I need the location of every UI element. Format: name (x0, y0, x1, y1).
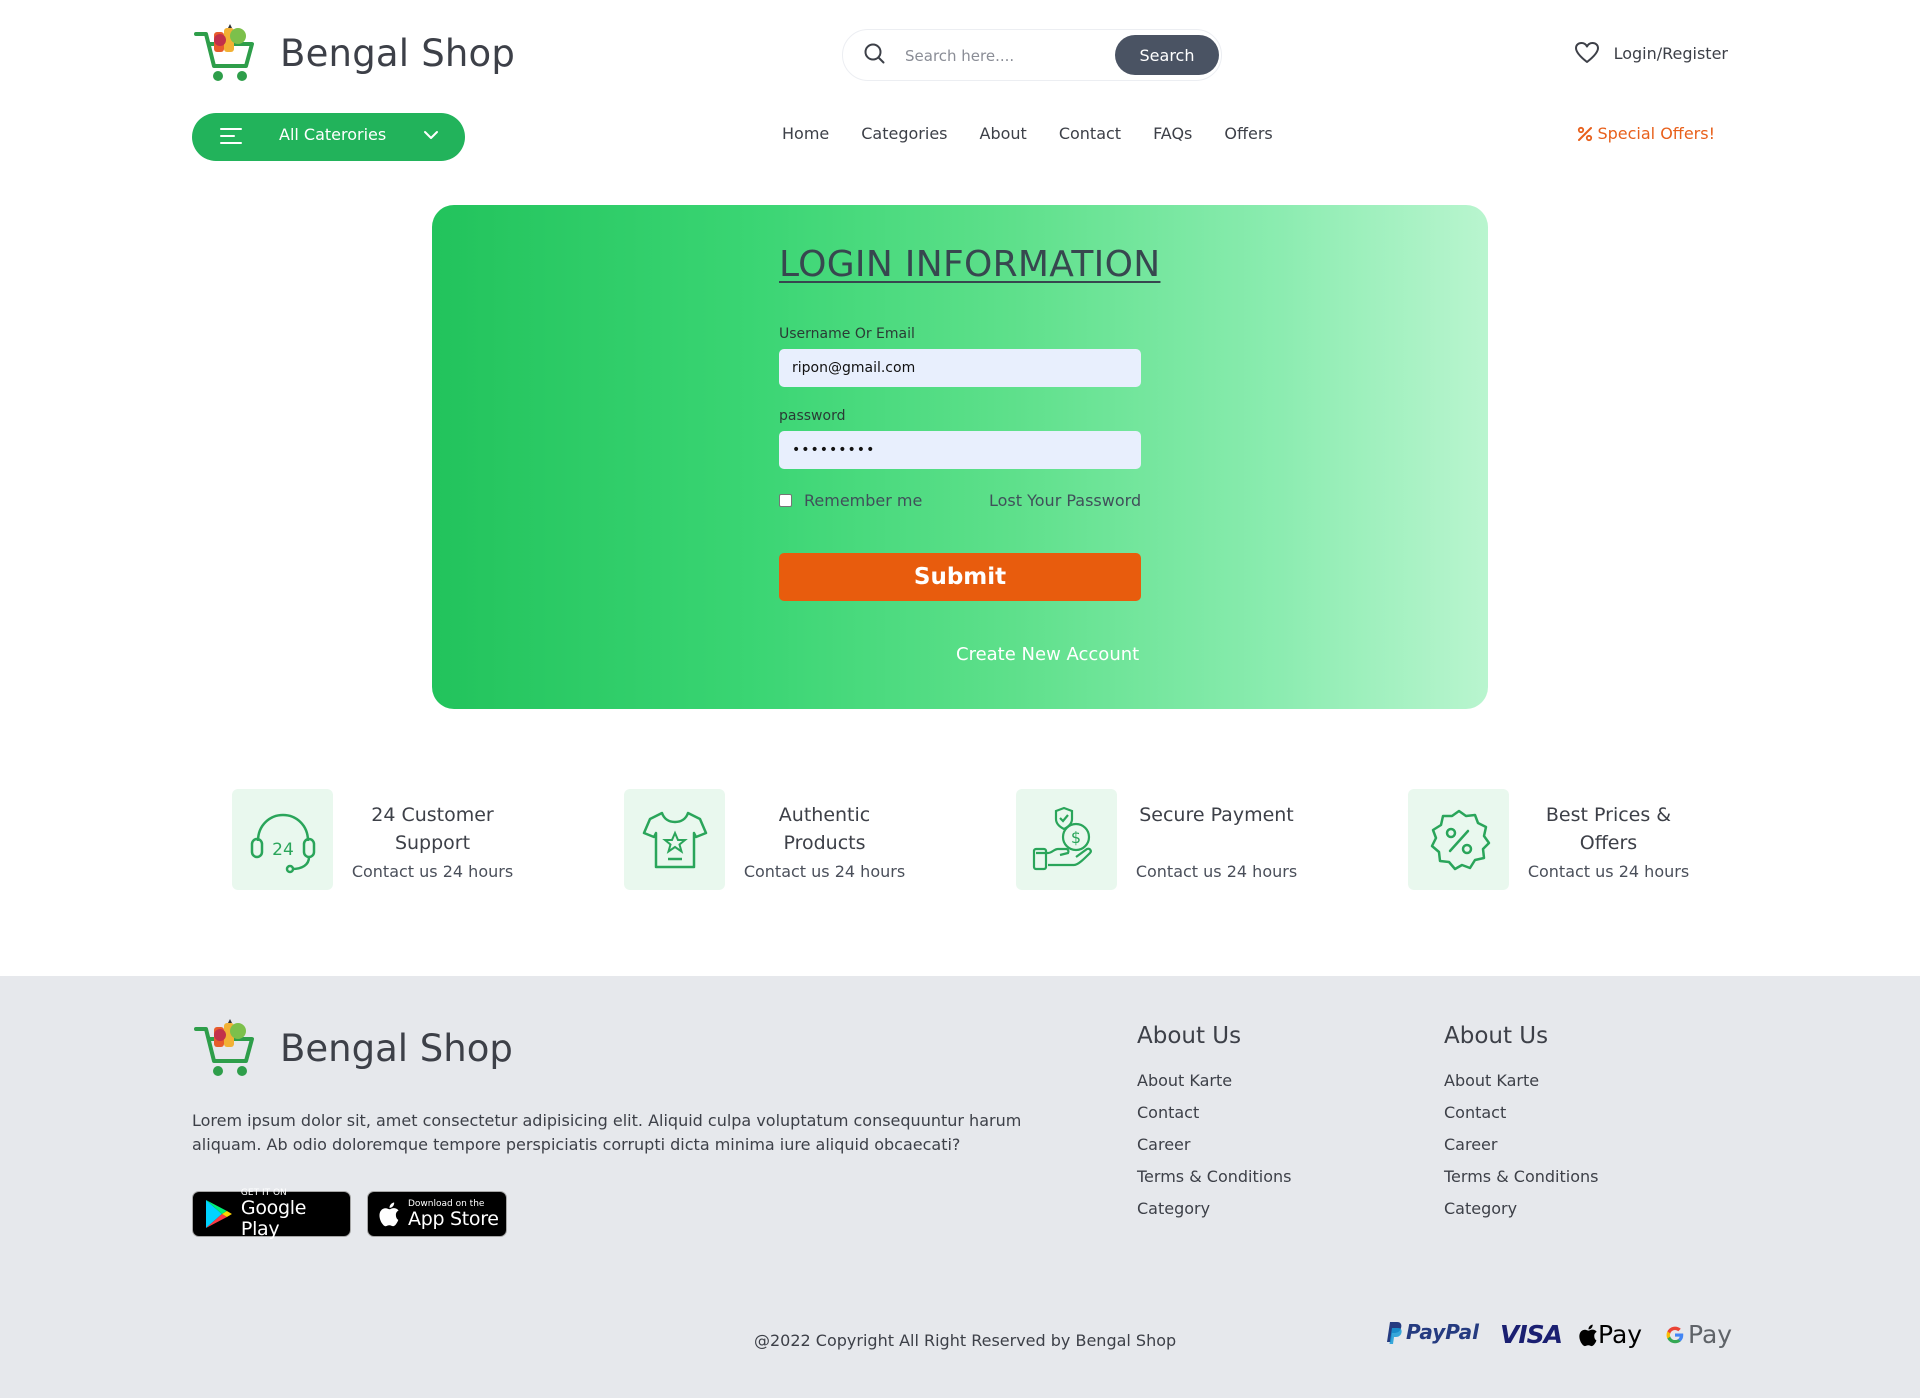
feature-icon-box: $ (1016, 789, 1117, 890)
google-play-badge[interactable]: GET IT ON Google Play (192, 1188, 351, 1240)
feature-icon-box: 24 (232, 789, 333, 890)
apple-pay-logo: Pay (1578, 1320, 1642, 1349)
copyright-text: @2022 Copyright All Right Reserved by Be… (754, 1331, 1177, 1350)
footer-column-2: About Us About Karte Contact Career Term… (1444, 1023, 1598, 1230)
main-nav: Home Categories About Contact FAQs Offer… (782, 124, 1305, 143)
remember-me[interactable]: Remember me (779, 491, 922, 510)
all-categories-button[interactable]: All Caterories (192, 113, 465, 161)
apple-icon (379, 1202, 399, 1227)
login-title: LOGIN INFORMATION (779, 244, 1161, 285)
special-offers-label: Special Offers! (1597, 124, 1715, 143)
footer-link-contact[interactable]: Contact (1137, 1102, 1291, 1134)
nav-offers[interactable]: Offers (1224, 124, 1272, 143)
feature-title: Best Prices & Offers (1545, 804, 1672, 854)
footer-logo[interactable]: Bengal Shop (192, 1015, 513, 1081)
footer-link-career[interactable]: Career (1137, 1134, 1291, 1166)
visa-logo: VISA (1500, 1320, 1563, 1349)
app-store-big: App Store (408, 1207, 499, 1230)
search-input[interactable] (905, 43, 1105, 69)
tshirt-star-icon (642, 811, 707, 868)
google-play-big: Google Play (240, 1197, 307, 1240)
remember-checkbox[interactable] (779, 494, 792, 507)
apple-pay-icon (1579, 1324, 1597, 1346)
nav-contact[interactable]: Contact (1059, 124, 1121, 143)
headset-24-icon: 24 (250, 813, 315, 873)
footer-link-career[interactable]: Career (1444, 1134, 1598, 1166)
footer-link-contact[interactable]: Contact (1444, 1102, 1598, 1134)
search-bar: Search (842, 29, 1222, 81)
footer-brand-name: Bengal Shop (280, 1026, 513, 1070)
app-store-badge[interactable]: Download on the App Store (367, 1191, 507, 1237)
special-offers-link[interactable]: Special Offers! (1576, 124, 1715, 143)
cart-logo-icon (194, 24, 254, 81)
create-account-link[interactable]: Create New Account (956, 644, 1139, 665)
nav-categories[interactable]: Categories (861, 124, 947, 143)
account-area: Login/Register (1574, 41, 1728, 65)
paypal-icon (1387, 1322, 1402, 1344)
nav-about[interactable]: About (980, 124, 1027, 143)
brand-name: Bengal Shop (280, 31, 516, 75)
footer-link-terms[interactable]: Terms & Conditions (1137, 1166, 1291, 1198)
feature-subtitle: Contact us 24 hours (351, 862, 514, 881)
feature-subtitle: Contact us 24 hours (1527, 862, 1690, 881)
feature-icon-box (624, 789, 725, 890)
app-store-small: Download on the (408, 1198, 485, 1209)
feature-subtitle: Contact us 24 hours (743, 862, 906, 881)
menu-lines-icon (220, 128, 242, 144)
cart-logo-icon (194, 1019, 254, 1076)
search-icon (864, 43, 885, 64)
feature-icon-box (1408, 789, 1509, 890)
footer-link-category[interactable]: Category (1444, 1198, 1598, 1230)
paypal-text: PayPal (1406, 1320, 1480, 1344)
login-register-link[interactable]: Login/Register (1614, 44, 1728, 63)
footer-link-about[interactable]: About Karte (1137, 1070, 1291, 1102)
footer-column-title: About Us (1137, 1023, 1242, 1049)
site-header: Bengal Shop Search Login/Register All Ca… (0, 0, 1920, 180)
remember-label: Remember me (804, 491, 923, 510)
google-g-icon (1666, 1326, 1684, 1343)
percent-icon (1578, 126, 1593, 141)
chevron-down-icon (424, 131, 438, 139)
feature-support: 24 24 Customer Support Contact us 24 hou… (232, 789, 562, 891)
google-play-icon (205, 1200, 232, 1228)
username-input[interactable] (779, 349, 1141, 387)
site-logo[interactable]: Bengal Shop (192, 20, 515, 86)
feature-title: Authentic Products (778, 804, 871, 854)
footer-link-category[interactable]: Category (1137, 1198, 1291, 1230)
heart-icon[interactable] (1574, 41, 1600, 65)
password-label: password (779, 408, 846, 424)
footer-column-1: About Us About Karte Contact Career Term… (1137, 1023, 1291, 1230)
nav-faqs[interactable]: FAQs (1153, 124, 1192, 143)
username-label: Username Or Email (779, 326, 915, 342)
feature-payment: $ Secure Payment Contact us 24 hours (1016, 789, 1346, 891)
svg-text:24: 24 (272, 840, 294, 860)
feature-title: Secure Payment (1139, 804, 1294, 826)
feature-title: 24 Customer Support (371, 804, 494, 854)
feature-authentic: Authentic Products Contact us 24 hours (624, 789, 954, 891)
footer-column-title: About Us (1444, 1023, 1549, 1049)
google-pay-text: Pay (1688, 1320, 1733, 1349)
svg-text:$: $ (1070, 828, 1080, 847)
hand-money-shield-icon: $ (1032, 806, 1092, 870)
paypal-logo: PayPal (1382, 1320, 1479, 1344)
feature-prices: Best Prices & Offers Contact us 24 hours (1408, 789, 1738, 891)
feature-subtitle: Contact us 24 hours (1135, 862, 1298, 881)
visa-text: VISA (1500, 1320, 1563, 1349)
footer-link-terms[interactable]: Terms & Conditions (1444, 1166, 1598, 1198)
lost-password-link[interactable]: Lost Your Password (989, 491, 1141, 510)
google-pay-logo: Pay (1664, 1320, 1732, 1349)
footer-description: Lorem ipsum dolor sit, amet consectetur … (192, 1111, 1022, 1154)
submit-button[interactable]: Submit (779, 553, 1141, 601)
apple-pay-text: Pay (1598, 1320, 1643, 1349)
nav-home[interactable]: Home (782, 124, 829, 143)
all-categories-label: All Caterories (279, 125, 387, 144)
footer-link-about[interactable]: About Karte (1444, 1070, 1598, 1102)
percent-badge-icon (1430, 809, 1490, 870)
password-input[interactable] (779, 431, 1141, 469)
search-button[interactable]: Search (1115, 35, 1219, 75)
